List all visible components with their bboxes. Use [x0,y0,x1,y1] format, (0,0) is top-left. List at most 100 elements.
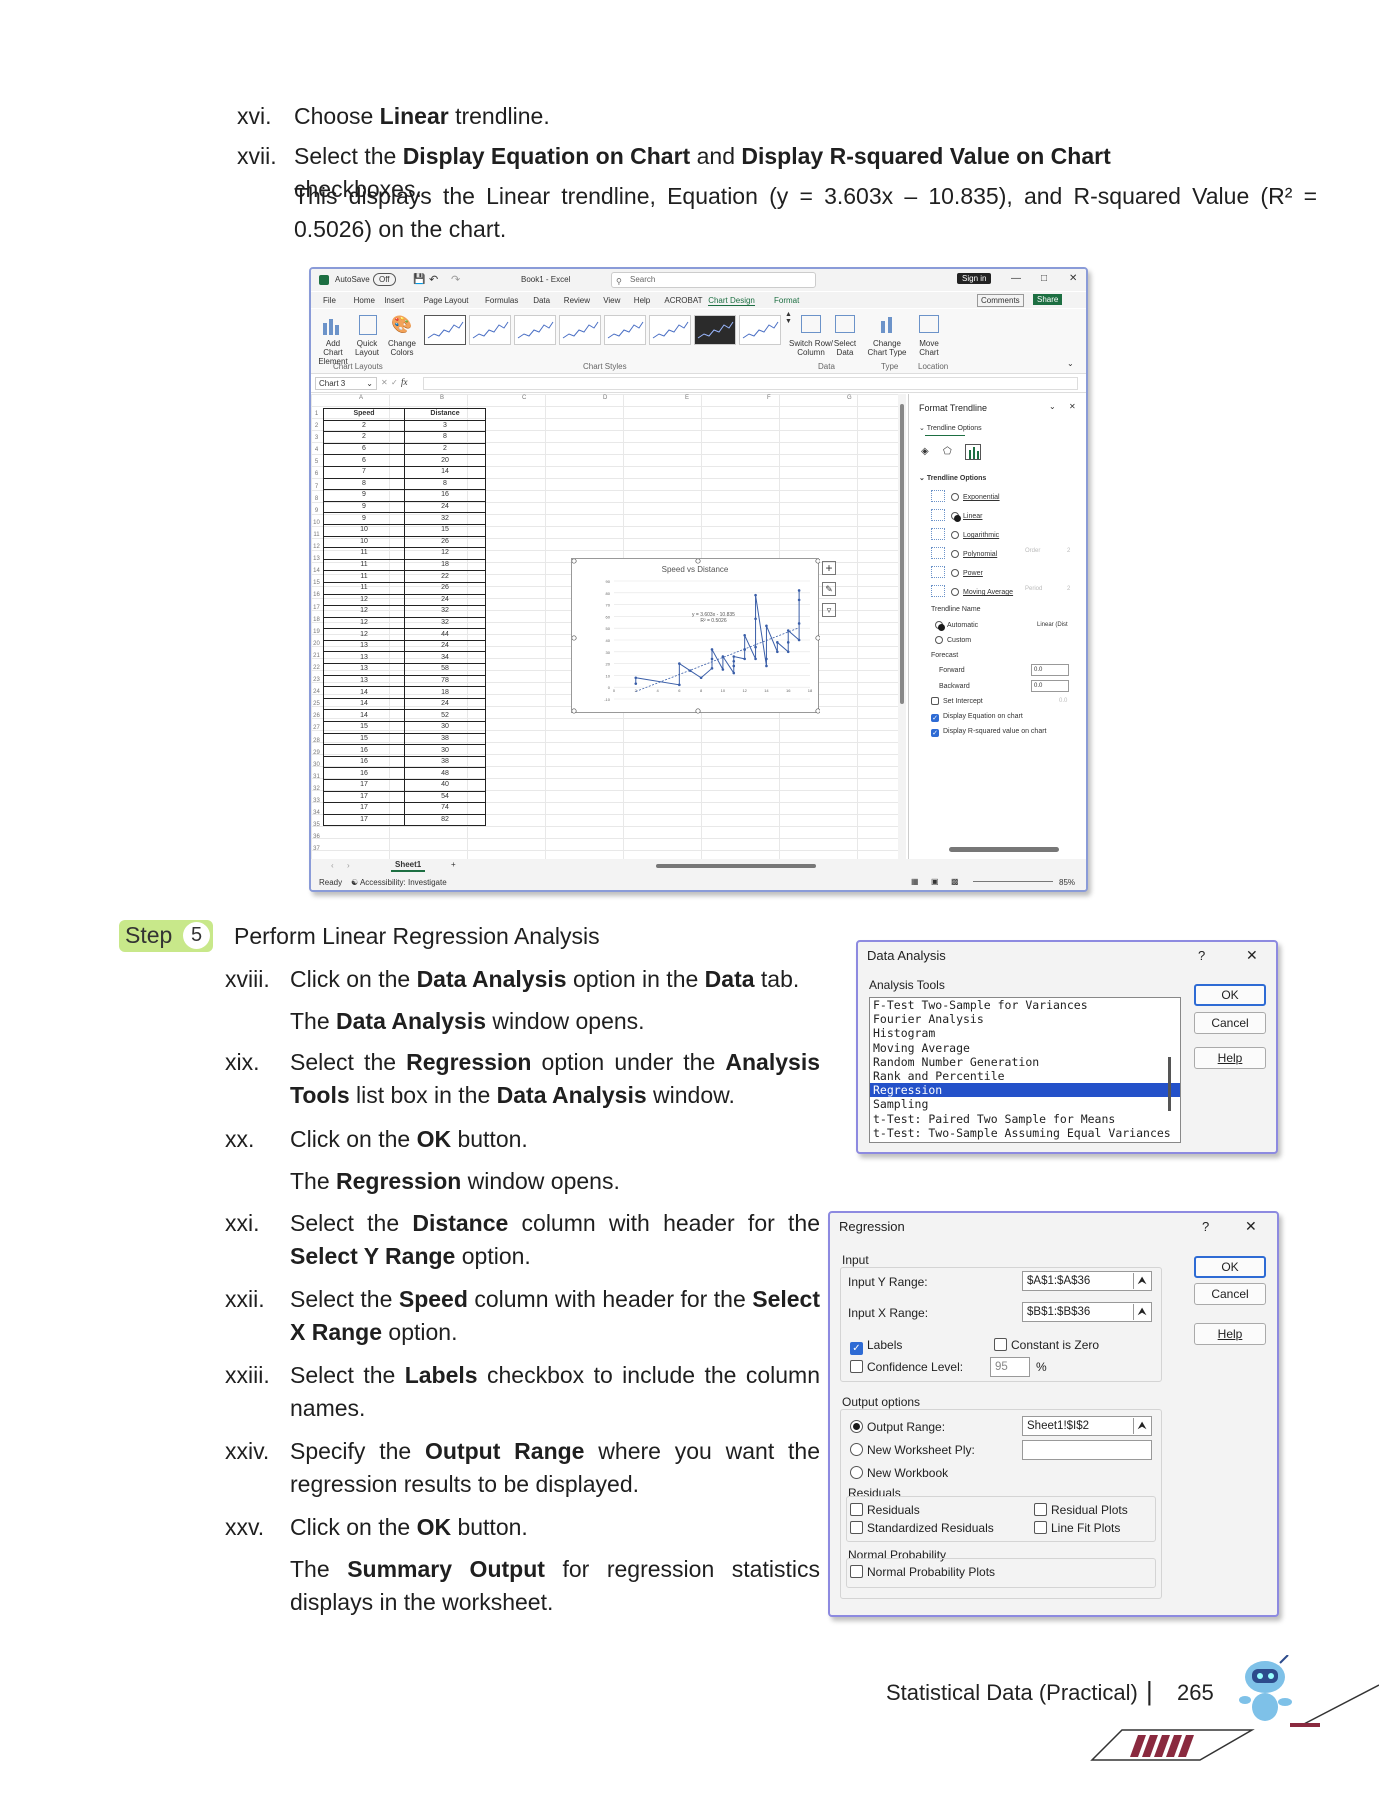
table-cell[interactable]: 78 [404,674,486,688]
custom-radio[interactable]: Custom [935,636,971,644]
add-chart-element-icon[interactable] [319,315,345,335]
labels-checkbox[interactable]: ✓ Labels [850,1338,902,1355]
function-icon[interactable]: fx [401,377,408,387]
chart-style-thumbnail[interactable] [424,315,466,345]
table-cell[interactable]: 13 [323,663,405,676]
table-cell[interactable]: 10 [323,535,405,549]
table-cell[interactable]: 2 [404,442,486,456]
move-chart-icon[interactable] [919,315,939,333]
sign-in-button[interactable]: Sign in [957,273,992,284]
row-number[interactable]: 29 [311,747,322,759]
confidence-input[interactable]: 95 [990,1357,1030,1377]
chart-style-thumbnail[interactable] [649,315,691,345]
table-cell[interactable]: 12 [404,547,486,560]
table-cell[interactable]: 16 [404,489,486,502]
table-cell[interactable]: 11 [323,570,405,583]
table-cell[interactable]: 52 [404,709,486,723]
close-icon[interactable]: ✕ [1069,273,1077,284]
column-header[interactable]: C [522,395,526,401]
row-number[interactable]: 33 [311,795,322,807]
row-number[interactable]: 10 [311,517,322,529]
constant-zero-checkbox[interactable]: Constant is Zero [994,1338,1099,1352]
accessibility-status[interactable]: ☯ Accessibility: Investigate [351,878,447,887]
table-cell[interactable]: 15 [323,721,405,734]
table-cell[interactable]: 24 [404,639,486,653]
pane-menu-icon[interactable]: ⌄ [1049,402,1056,411]
row-number[interactable]: 17 [311,602,322,614]
row-number[interactable]: 12 [311,541,322,553]
trendline-options-icon[interactable] [965,444,981,460]
row-number[interactable]: 5 [311,456,322,468]
table-cell[interactable]: 74 [404,802,486,815]
table-cell[interactable]: 22 [404,570,486,583]
effects-icon[interactable]: ⬠ [943,446,952,457]
row-number[interactable]: 19 [311,626,322,638]
table-cell[interactable]: 38 [404,755,486,769]
table-cell[interactable]: 6 [323,454,405,467]
trendline-option-polynomial[interactable]: Polynomial [931,547,997,559]
table-cell[interactable]: 30 [404,721,486,734]
maximize-icon[interactable]: □ [1041,273,1047,284]
close-icon[interactable]: ✕ [1246,947,1258,964]
residual-plots-checkbox[interactable]: Residual Plots [1034,1503,1128,1517]
column-header[interactable]: D [603,395,607,401]
row-number[interactable]: 20 [311,638,322,650]
trendline-options-dropdown[interactable]: ⌄ Trendline Options [919,424,982,432]
analysis-tool-item[interactable]: t-Test: Paired Two Sample for Means [870,1112,1180,1126]
table-cell[interactable]: 17 [323,790,405,804]
collapse-ribbon-icon[interactable]: ⌄ [1067,359,1074,368]
table-cell[interactable]: 8 [404,431,486,444]
chart-styles-brush-icon[interactable]: ✎ [822,582,836,596]
table-cell[interactable]: 30 [404,744,486,757]
minimize-icon[interactable]: — [1011,273,1021,284]
table-cell[interactable]: 14 [323,709,405,723]
chart-style-thumbnail[interactable] [694,315,736,345]
table-cell[interactable]: 16 [323,755,405,769]
table-header-cell[interactable]: Distance [404,408,486,421]
switch-row-column-label[interactable]: Switch Row/ Column [789,339,833,357]
menu-tab-help[interactable]: Help [634,296,650,305]
table-cell[interactable]: 11 [323,558,405,572]
table-cell[interactable]: 10 [323,523,405,537]
menu-tab-page-layout[interactable]: Page Layout [424,296,469,305]
table-cell[interactable]: 9 [323,500,405,514]
output-range-collapse-icon[interactable]: ⮝ [1133,1418,1150,1434]
table-cell[interactable]: 15 [404,523,486,537]
analysis-tool-item[interactable]: t-Test: Two-Sample Assuming Equal Varian… [870,1126,1180,1140]
y-range-input[interactable]: $A$1:$A$36 ⮝ [1022,1271,1152,1291]
row-number[interactable]: 25 [311,698,322,710]
prev-sheet-icon[interactable]: ‹ [331,861,334,870]
confidence-checkbox[interactable]: Confidence Level: [850,1360,963,1374]
chart-style-thumbnail[interactable] [739,315,781,345]
column-header[interactable]: B [440,395,444,401]
undo-icon[interactable]: ↶ [429,273,438,286]
chart-styles-scroll[interactable]: ▲ ▼ [785,311,792,325]
trendline-option-exponential[interactable]: Exponential [931,490,1000,502]
row-number[interactable]: 32 [311,783,322,795]
new-ply-input[interactable] [1022,1440,1152,1460]
table-cell[interactable]: 16 [323,744,405,757]
menu-tab-view[interactable]: View [603,296,620,305]
row-number[interactable]: 1 [311,408,322,420]
zoom-level[interactable]: 85% [1059,878,1075,887]
row-number[interactable]: 26 [311,710,322,722]
menu-tab-review[interactable]: Review [564,296,590,305]
row-number[interactable]: 37 [311,843,322,855]
pane-horizontal-scrollbar[interactable] [949,847,1059,852]
table-cell[interactable]: 17 [323,813,405,827]
subsection-toggle[interactable]: ⌄ Trendline Options [919,474,986,482]
column-header[interactable]: A [359,395,363,401]
menu-tab-format[interactable]: Format [774,296,799,305]
search-box[interactable]: ⚲ Search [611,272,816,288]
change-colors-label[interactable]: Change Colors [385,339,419,357]
row-number[interactable]: 30 [311,759,322,771]
save-icon[interactable]: 💾 [413,274,425,285]
x-range-input[interactable]: $B$1:$B$36 ⮝ [1022,1302,1152,1322]
column-header[interactable]: G [847,395,852,401]
menu-tab-insert[interactable]: Insert [384,296,404,305]
name-box-dropdown-icon[interactable]: ⌄ [366,378,373,389]
table-cell[interactable]: 12 [323,616,405,630]
analysis-tool-item[interactable]: F-Test Two-Sample for Variances [870,998,1180,1012]
row-number[interactable]: 36 [311,831,322,843]
row-number[interactable]: 28 [311,735,322,747]
